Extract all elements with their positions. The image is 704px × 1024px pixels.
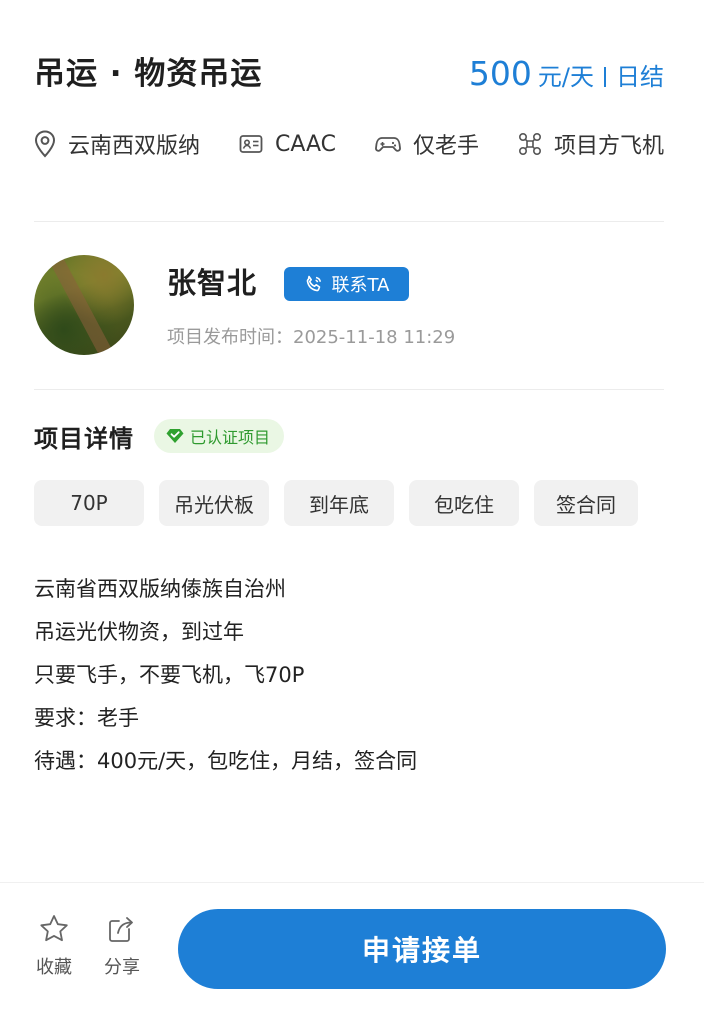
star-icon [40, 915, 68, 942]
meta-aircraft-label: 项目方飞机 [553, 134, 664, 159]
details-title: 项目详情 [34, 424, 134, 453]
description-line: 待遇：400元/天，包吃住，月结，签合同 [34, 749, 418, 773]
poster-card: 张智北 联系TA 项目发布时间：2025-11-18 11:29 [34, 253, 664, 355]
job-price: 500 元/天 日结 [469, 52, 664, 102]
price-unit: 元/天 [537, 63, 594, 91]
id-card-icon [239, 135, 263, 153]
bottom-action-bar: 收藏 分享 申请接单 [0, 882, 704, 1024]
description-line: 吊运光伏物资，到过年 [34, 620, 244, 644]
details-header: 项目详情 已认证项目 [34, 416, 664, 456]
meta-aircraft: 项目方飞机 [518, 128, 664, 160]
tag-list: 70P 吊光伏板 到年底 包吃住 签合同 [34, 480, 664, 526]
share-label: 分享 [104, 957, 140, 978]
drone-icon [518, 132, 541, 156]
meta-location-label: 云南西双版纳 [68, 134, 201, 159]
favorite-label: 收藏 [36, 957, 72, 978]
tag-item: 包吃住 [409, 480, 519, 526]
description-line: 只要飞手，不要飞机，飞70P [34, 663, 305, 687]
share-icon [109, 917, 133, 942]
settlement-type: 日结 [616, 63, 664, 91]
job-header: 吊运 · 物资吊运 500 元/天 日结 [34, 52, 664, 96]
description: 云南省西双版纳傣族自治州 吊运光伏物资，到过年 只要飞手，不要飞机，飞70P 要… [34, 568, 664, 783]
location-pin-icon [34, 130, 56, 158]
meta-license-label: CAAC [274, 131, 337, 157]
meta-experience: 仅老手 [375, 128, 479, 160]
price-separator [604, 67, 606, 87]
tag-item: 签合同 [534, 480, 638, 526]
tag-item: 吊光伏板 [159, 480, 269, 526]
divider [34, 221, 664, 222]
tag-item: 70P [34, 480, 144, 526]
gamepad-icon [375, 137, 401, 152]
job-title: 吊运 · 物资吊运 [34, 56, 263, 92]
tag-item: 到年底 [284, 480, 394, 526]
contact-button[interactable]: 联系TA [284, 267, 409, 301]
meta-license: CAAC [239, 132, 336, 157]
description-line: 要求：老手 [34, 706, 139, 730]
contact-button-label: 联系TA [331, 275, 390, 296]
verified-label: 已认证项目 [190, 428, 271, 447]
verified-badge: 已认证项目 [154, 419, 285, 453]
favorite-button[interactable]: 收藏 [32, 913, 76, 979]
publish-time: 项目发布时间：2025-11-18 11:29 [167, 327, 456, 348]
poster-name: 张智北 [167, 266, 258, 300]
meta-location: 云南西双版纳 [34, 128, 200, 160]
avatar[interactable] [34, 255, 134, 355]
phone-icon [306, 275, 321, 292]
divider [34, 389, 664, 390]
price-amount: 500 [468, 54, 532, 93]
job-meta-row: 云南西双版纳 CAAC 仅老手 项目方飞机 [34, 124, 664, 164]
description-line: 云南省西双版纳傣族自治州 [34, 577, 286, 601]
share-button[interactable]: 分享 [100, 913, 144, 979]
apply-button[interactable]: 申请接单 [178, 909, 666, 989]
meta-experience-label: 仅老手 [412, 134, 479, 159]
verified-diamond-icon [166, 429, 184, 443]
